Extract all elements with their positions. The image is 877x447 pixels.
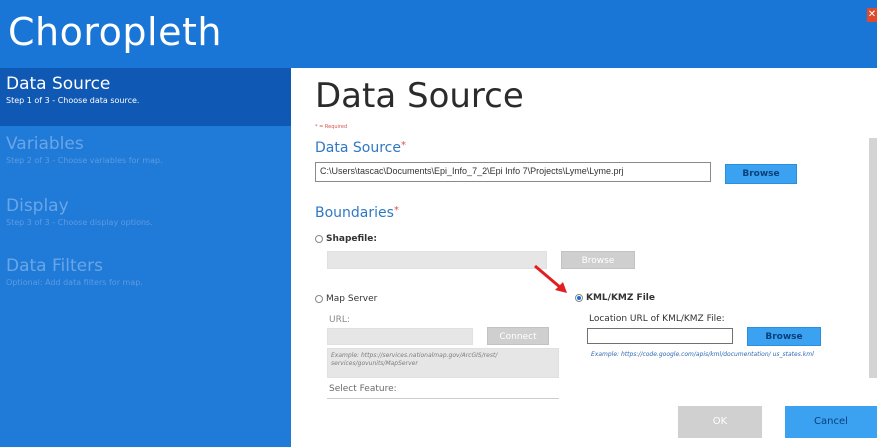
map-server-example: Example: https://services.nationalmap.go… [331,352,498,367]
kml-example: Example: https://code.google.com/apis/km… [591,351,814,358]
shapefile-radio[interactable]: Shapefile: [315,234,377,244]
required-star: * [400,140,406,151]
shapefile-radio-label: Shapefile: [326,234,377,244]
url-label: URL: [329,315,350,325]
data-source-browse-button[interactable]: Browse [725,164,797,184]
data-source-label-text: Data Source [315,140,401,156]
step-title: Variables [6,134,84,154]
kml-location-input[interactable] [587,328,733,344]
cancel-button[interactable]: Cancel [785,406,877,438]
select-feature-divider [327,398,559,399]
step-description: Step 2 of 3 - Choose variables for map. [6,156,163,165]
radio-selected-icon[interactable] [575,294,583,302]
data-source-path-input[interactable]: C:\Users\tascac\Documents\Epi_Info_7_2\E… [315,162,711,182]
app-header: Choropleth ✕ [0,0,877,68]
radio-icon[interactable] [315,295,323,303]
step-title: Display [6,196,69,216]
step-title: Data Source [6,74,111,94]
kml-browse-button[interactable]: Browse [747,327,821,346]
map-server-url-input[interactable] [327,328,473,345]
page-title: Data Source [315,76,524,116]
app-title: Choropleth [8,10,222,54]
radio-icon[interactable] [315,235,323,243]
step-description: Step 1 of 3 - Choose data source. [6,96,140,105]
close-icon[interactable]: ✕ [867,8,877,22]
kml-location-label: Location URL of KML/KMZ File: [589,314,725,324]
main-panel: Data Source * = Required Data Source* C:… [291,68,877,447]
step-description: Step 3 of 3 - Choose display options. [6,218,153,227]
boundaries-label: Boundaries* [315,205,399,221]
connect-button[interactable]: Connect [487,327,549,345]
scrollbar[interactable] [869,138,877,378]
select-feature-label: Select Feature: [329,384,397,394]
sidebar-step-display[interactable]: Display Step 3 of 3 - Choose display opt… [0,190,291,248]
shapefile-browse-button[interactable]: Browse [561,251,635,269]
map-server-radio[interactable]: Map Server [315,294,377,304]
required-note: * = Required [315,124,348,130]
kml-radio-label: KML/KMZ File [586,293,655,303]
required-star: * [393,205,399,216]
sidebar-step-data-source[interactable]: Data Source Step 1 of 3 - Choose data so… [0,68,291,126]
wizard-sidebar: Data Source Step 1 of 3 - Choose data so… [0,68,291,447]
shapefile-input[interactable] [327,251,547,269]
ok-button[interactable]: OK [678,406,762,438]
map-server-radio-label: Map Server [326,294,378,304]
red-arrow-icon [534,264,567,293]
data-source-label: Data Source* [315,140,406,156]
boundaries-label-text: Boundaries [315,205,394,221]
step-description: Optional: Add data filters for map. [6,278,143,287]
kml-radio[interactable]: KML/KMZ File [575,293,655,303]
sidebar-step-variables[interactable]: Variables Step 2 of 3 - Choose variables… [0,128,291,186]
step-title: Data Filters [6,256,103,276]
sidebar-step-data-filters[interactable]: Data Filters Optional: Add data filters … [0,250,291,308]
